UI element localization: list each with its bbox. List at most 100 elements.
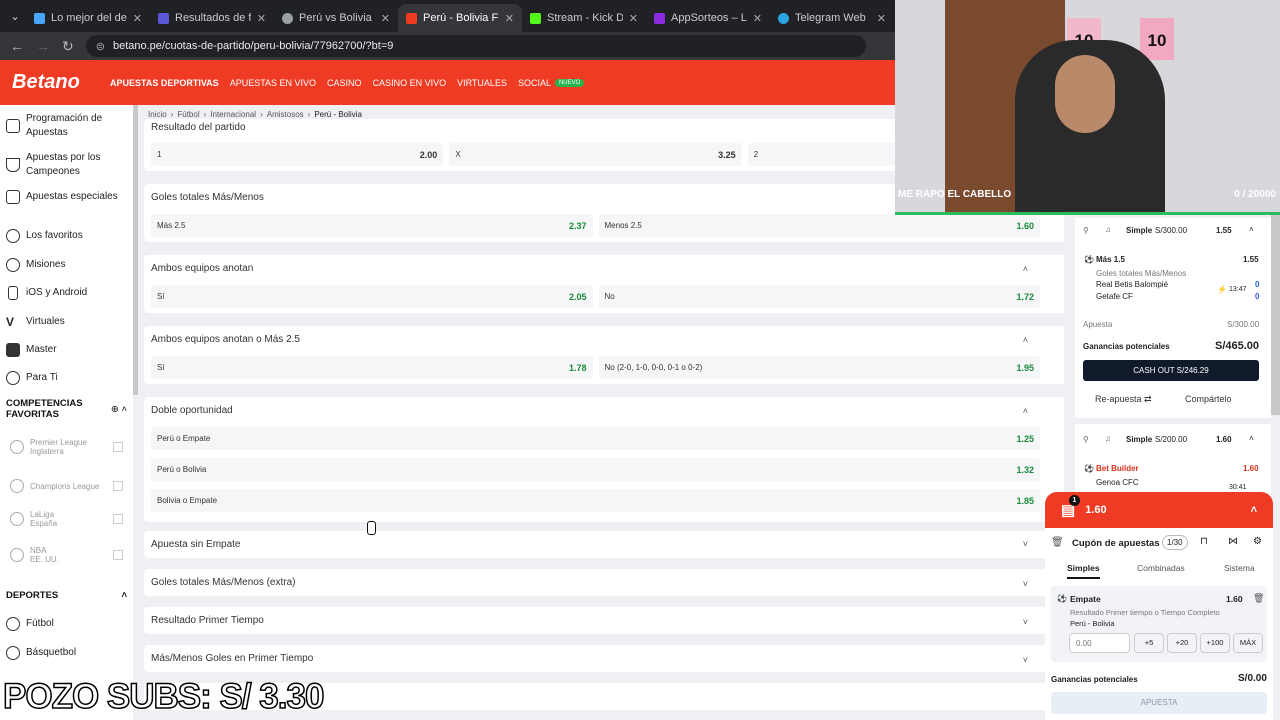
back-icon[interactable]: ← (10, 38, 24, 54)
chevron-up-icon[interactable]: ˄ (1251, 504, 1257, 516)
right-scrollbar[interactable] (1271, 215, 1280, 415)
tab-close-icon[interactable]: ✕ (257, 12, 266, 25)
sidebar-item-especiales[interactable]: Apuestas especiales (0, 190, 133, 204)
deportes-header[interactable]: DEPORTES ˄ (0, 590, 133, 601)
tab-close-icon[interactable]: ✕ (381, 12, 390, 25)
market-collapsed[interactable]: Apuesta sin Empate ˅ (144, 531, 1064, 558)
tab-close-icon[interactable]: ✕ (753, 12, 762, 25)
stake-input[interactable] (1069, 633, 1130, 653)
chevron-up-icon[interactable]: ˄ (121, 590, 127, 601)
odds-button[interactable]: Perú o Bolivia 1.32 (151, 458, 1040, 481)
sidebar-item-master[interactable]: Master (0, 343, 133, 357)
settings-icon[interactable]: ⚙ (1253, 536, 1262, 547)
tab-combinadas[interactable]: Combinadas (1137, 563, 1185, 573)
browser-tab[interactable]: Perú vs Bolivia EN VI✕ (274, 4, 398, 32)
odds-button[interactable]: 1 2.00 (151, 143, 444, 166)
league-nba[interactable]: NBA EE. UU. (0, 546, 133, 564)
chevron-down-icon[interactable]: ˅ (1023, 539, 1028, 549)
reload-icon[interactable]: ↻ (62, 38, 74, 55)
browser-tab[interactable]: Resultados de fútbol✕ (150, 4, 274, 32)
league-champions[interactable]: Champions League (0, 479, 133, 493)
odds-button[interactable]: Sí 1.78 (151, 356, 593, 379)
browser-tab-active[interactable]: Perú - Bolivia Fútbol✕ (398, 4, 522, 32)
odds-button[interactable]: Bolivia o Empate 1.85 (151, 489, 1040, 512)
bookmark-icon[interactable]: ⊓ (1200, 536, 1208, 547)
forward-icon[interactable]: → (36, 38, 50, 54)
tab-sistema[interactable]: Sistema (1224, 563, 1255, 573)
tab-simples[interactable]: Simples (1067, 563, 1100, 579)
sidebar-item-programacion[interactable]: Programación de Apuestas (0, 112, 133, 140)
tab-search-icon[interactable]: ⌄ (4, 4, 26, 28)
favorite-checkbox[interactable] (113, 481, 123, 491)
chevron-up-icon[interactable]: ˄ (1249, 434, 1254, 443)
sidebar-item-favoritos[interactable]: Los favoritos (0, 229, 133, 243)
place-bet-button[interactable]: APUESTA (1051, 692, 1267, 714)
nav-casino-en-vivo[interactable]: CASINO EN VIVO (373, 78, 447, 88)
browser-tab[interactable]: Stream - Kick Dashbo✕ (522, 4, 646, 32)
tab-close-icon[interactable]: ✕ (877, 12, 886, 25)
browser-tab[interactable]: Telegram Web ✕ (770, 4, 894, 32)
nav-social[interactable]: SOCIAL (518, 78, 551, 88)
sidebar-sport-futbol[interactable]: Fútbol (0, 617, 133, 631)
odds-button[interactable]: Sí 2.05 (151, 285, 593, 308)
bell-icon[interactable]: ♫ (1105, 225, 1111, 234)
favorite-checkbox[interactable] (113, 514, 123, 524)
reapuesta-button[interactable]: Re-apuesta ⇄ (1095, 394, 1152, 405)
sidebar-item-para-ti[interactable]: Para Ti (0, 371, 133, 385)
browser-tab[interactable]: Lo mejor del deporte✕ (26, 4, 150, 32)
chevron-up-icon[interactable]: ˄ (1023, 335, 1028, 345)
odds-button[interactable]: No 1.72 (598, 285, 1040, 308)
sidebar-item-campeones[interactable]: Apuestas por los Campeones (0, 151, 133, 179)
cash-out-button[interactable]: CASH OUT S/246.29 (1083, 360, 1259, 381)
chevron-up-icon[interactable]: ˄ (1023, 264, 1028, 274)
tab-close-icon[interactable]: ✕ (133, 12, 142, 25)
odds-button[interactable]: No (2-0, 1-0, 0-0, 0-1 o 0-2) 1.95 (598, 356, 1040, 379)
nav-casino[interactable]: CASINO (327, 78, 362, 88)
quick-stake-20[interactable]: +20 (1167, 633, 1197, 653)
remove-selection-icon[interactable]: 🗑 (1253, 593, 1264, 604)
sidebar-item-ios-android[interactable]: iOS y Android (0, 286, 133, 300)
nav-apuestas-en-vivo[interactable]: APUESTAS EN VIVO (230, 78, 316, 88)
competencias-header[interactable]: COMPETENCIAS FAVORITAS ⊕ ˄ (0, 398, 133, 420)
browser-tab[interactable]: AppSorteos – La Rule✕ (646, 4, 770, 32)
odds-button[interactable]: Perú o Empate 1.25 (151, 427, 1040, 450)
bell-icon[interactable]: ♫ (1105, 434, 1111, 443)
quick-stake-100[interactable]: +100 (1200, 633, 1230, 653)
odds-button[interactable]: X 3.25 (449, 143, 742, 166)
favorite-checkbox[interactable] (113, 442, 123, 452)
sidebar-item-misiones[interactable]: Misiones (0, 258, 133, 272)
market-collapsed[interactable]: Resultado Primer Tiempo ˅ (144, 607, 1064, 634)
tab-favicon-icon (530, 12, 541, 24)
chevron-down-icon[interactable]: ˅ (1023, 617, 1028, 627)
league-premier[interactable]: Premier League Inglaterra (0, 438, 133, 456)
odds-button[interactable]: Más 2.5 2.37 (151, 214, 593, 237)
nav-apuestas-deportivas[interactable]: APUESTAS DEPORTIVAS (110, 78, 219, 88)
tab-close-icon[interactable]: ✕ (629, 12, 638, 25)
address-bar[interactable]: ⊜ betano.pe/cuotas-de-partido/peru-boliv… (85, 35, 866, 57)
site-info-icon[interactable]: ⊜ (96, 40, 105, 53)
market-collapsed[interactable]: Goles totales Más/Menos (extra) ˅ (144, 569, 1064, 596)
betano-logo[interactable]: Betano (12, 71, 110, 94)
pin-icon[interactable]: ⚲ (1083, 435, 1089, 444)
add-circle-icon[interactable]: ⊕ ˄ (111, 404, 127, 415)
league-laliga[interactable]: LaLiga España (0, 510, 133, 528)
market-collapsed[interactable]: Más/Menos Goles en Primer Tiempo ˅ (144, 645, 1064, 672)
odds-button[interactable]: Menos 2.5 1.60 (598, 214, 1040, 237)
sidebar-sport-basquetbol[interactable]: Básquetbol (0, 646, 133, 660)
coupon-header[interactable]: ▤ 1 1.60 ˄ (1045, 492, 1273, 528)
chevron-up-icon[interactable]: ˄ (1249, 225, 1254, 234)
nav-virtuales[interactable]: VIRTUALES (457, 78, 507, 88)
trash-icon[interactable]: 🗑 (1051, 537, 1064, 548)
tab-close-icon[interactable]: ✕ (505, 12, 514, 25)
favorite-checkbox[interactable] (113, 550, 123, 560)
chevron-down-icon[interactable]: ˅ (1023, 655, 1028, 665)
quick-stake-5[interactable]: +5 (1134, 633, 1164, 653)
stream-label: ME RAPO EL CABELLO (898, 189, 1012, 200)
pin-icon[interactable]: ⚲ (1083, 226, 1089, 235)
sidebar-item-virtuales[interactable]: V Virtuales (0, 315, 133, 329)
compartelo-button[interactable]: Compártelo (1185, 394, 1232, 404)
chevron-down-icon[interactable]: ˅ (1023, 579, 1028, 589)
chevron-up-icon[interactable]: ˄ (1023, 406, 1028, 416)
share-icon[interactable]: ⋈ (1228, 536, 1238, 547)
quick-stake-max[interactable]: MÁX (1233, 633, 1263, 653)
